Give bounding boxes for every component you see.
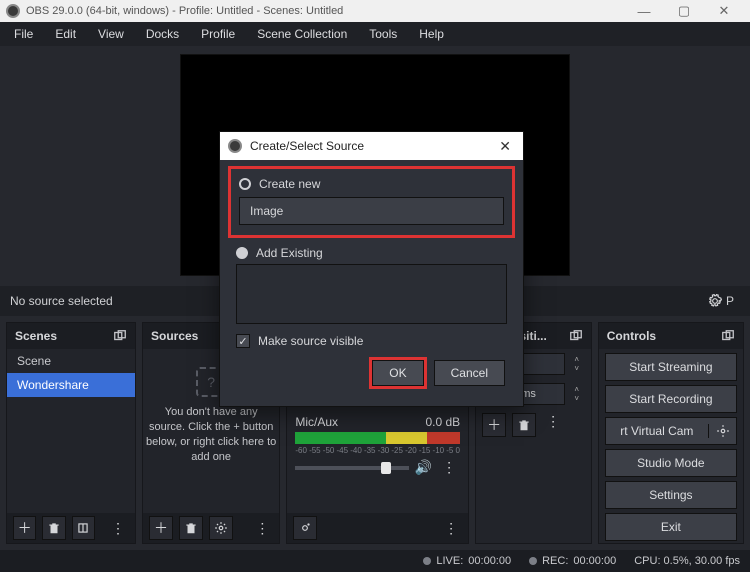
empty-sources-text: You don't have any source. Click the + b… — [143, 405, 279, 464]
no-source-text: No source selected — [10, 294, 113, 308]
remove-source-button[interactable] — [179, 516, 203, 540]
virtual-cam-settings-icon[interactable] — [708, 424, 736, 438]
start-streaming-button[interactable]: Start Streaming — [605, 353, 737, 381]
sources-title: Sources — [151, 329, 198, 343]
existing-sources-list[interactable] — [236, 264, 507, 324]
controls-title: Controls — [607, 329, 656, 343]
scenes-more-icon[interactable]: ⋮ — [107, 520, 129, 537]
duration-spinner[interactable]: ˄˅ — [569, 383, 585, 405]
mixer-settings-button[interactable] — [293, 516, 317, 540]
add-scene-button[interactable]: ＋ — [13, 516, 36, 540]
source-name-input[interactable]: Image — [239, 197, 504, 225]
make-visible-checkbox[interactable]: ✓ Make source visible — [236, 334, 507, 348]
status-bar: LIVE: 00:00:00 REC: 00:00:00 CPU: 0.5%, … — [0, 550, 750, 572]
create-source-dialog: Create/Select Source ✕ Create new Image … — [219, 131, 524, 407]
add-source-button[interactable]: ＋ — [149, 516, 173, 540]
create-new-group: Create new Image — [228, 166, 515, 238]
scene-item[interactable]: Scene — [7, 349, 135, 373]
exit-button[interactable]: Exit — [605, 513, 737, 541]
settings-button[interactable]: Settings — [605, 481, 737, 509]
start-recording-button[interactable]: Start Recording — [605, 385, 737, 413]
mixer-channel-level: 0.0 dB — [425, 415, 460, 429]
dialog-close-button[interactable]: ✕ — [495, 138, 515, 155]
obs-logo-icon — [6, 4, 20, 18]
obs-logo-icon — [228, 139, 242, 153]
scenes-dock: Scenes Scene Wondershare ＋ ⋮ — [6, 322, 136, 544]
scene-item-selected[interactable]: Wondershare — [7, 373, 135, 397]
mixer-channel-name: Mic/Aux — [295, 415, 338, 429]
rec-indicator-icon — [529, 557, 537, 565]
menu-tools[interactable]: Tools — [359, 25, 407, 43]
live-indicator-icon — [423, 557, 431, 565]
audio-meter — [295, 432, 460, 444]
sources-more-icon[interactable]: ⋮ — [251, 520, 273, 537]
create-new-radio[interactable]: Create new — [239, 177, 504, 191]
menu-view[interactable]: View — [88, 25, 134, 43]
close-button[interactable]: ✕ — [704, 0, 744, 22]
ok-button[interactable]: OK — [372, 360, 423, 386]
menu-file[interactable]: File — [4, 25, 43, 43]
add-transition-button[interactable]: ＋ — [482, 413, 506, 437]
studio-mode-button[interactable]: Studio Mode — [605, 449, 737, 477]
popout-icon[interactable] — [113, 329, 127, 343]
virtual-cam-button[interactable]: rt Virtual Cam — [605, 417, 737, 445]
volume-slider[interactable] — [295, 466, 408, 470]
source-properties-button[interactable]: P — [702, 294, 740, 308]
minimize-button[interactable]: — — [624, 0, 664, 22]
scene-filter-button[interactable] — [72, 516, 95, 540]
menu-bar: File Edit View Docks Profile Scene Colle… — [0, 22, 750, 46]
cpu-status: CPU: 0.5%, 30.00 fps — [634, 555, 740, 567]
maximize-button[interactable]: ▢ — [664, 0, 704, 22]
source-properties-button[interactable] — [209, 516, 233, 540]
mixer-channel-more-icon[interactable]: ⋮ — [438, 459, 460, 476]
audio-ticks: -60-55-50-45-40-35-30-25-20-15-10-50 — [295, 446, 460, 455]
remove-scene-button[interactable] — [42, 516, 65, 540]
radio-selected-icon — [236, 247, 248, 259]
popout-icon[interactable] — [569, 329, 583, 343]
controls-dock: Controls Start Streaming Start Recording… — [598, 322, 744, 544]
menu-docks[interactable]: Docks — [136, 25, 189, 43]
gear-icon — [708, 294, 722, 308]
radio-unselected-icon — [239, 178, 251, 190]
remove-transition-button[interactable] — [512, 413, 536, 437]
rec-time: 00:00:00 — [573, 555, 616, 567]
popout-icon[interactable] — [721, 329, 735, 343]
live-time: 00:00:00 — [468, 555, 511, 567]
menu-help[interactable]: Help — [409, 25, 454, 43]
window-title: OBS 29.0.0 (64-bit, windows) - Profile: … — [26, 5, 624, 17]
dialog-title: Create/Select Source — [250, 139, 495, 153]
add-existing-radio[interactable]: Add Existing — [236, 246, 515, 260]
menu-scene-collection[interactable]: Scene Collection — [247, 25, 357, 43]
menu-edit[interactable]: Edit — [45, 25, 86, 43]
transition-spinner[interactable]: ˄˅ — [569, 353, 585, 375]
speaker-icon[interactable]: 🔊 — [415, 459, 432, 476]
cancel-button[interactable]: Cancel — [434, 360, 505, 386]
scenes-title: Scenes — [15, 329, 57, 343]
transitions-more-icon[interactable]: ⋮ — [542, 413, 564, 437]
menu-profile[interactable]: Profile — [191, 25, 245, 43]
window-titlebar: OBS 29.0.0 (64-bit, windows) - Profile: … — [0, 0, 750, 22]
mixer-more-icon[interactable]: ⋮ — [440, 520, 462, 537]
checkbox-checked-icon: ✓ — [236, 334, 250, 348]
